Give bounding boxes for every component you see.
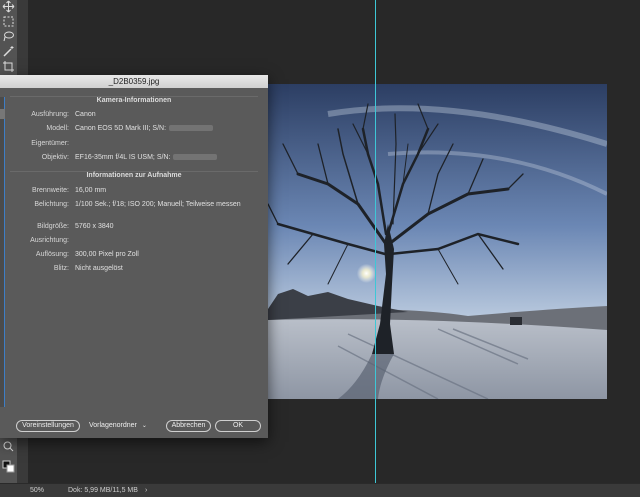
model-label: Modell: [46,125,69,132]
cancel-button[interactable]: Abbrechen [166,420,211,432]
focal-length-label: Brennweite: [32,187,69,194]
lens-row: Objektiv: EF16-35mm f/4L IS USM; S/N: [0,153,268,163]
lens-value-wrap: EF16-35mm f/4L IS USM; S/N: [75,153,218,163]
color-swatch-icon[interactable] [2,460,15,473]
exposure-label: Belichtung: [34,201,69,208]
camera-section-header: Kamera-Informationen [10,96,258,104]
redacted-lens-serial [173,154,218,161]
make-value: Canon [75,111,96,118]
exposure-row: Belichtung: 1/100 Sek.; f/18; ISO 200; M… [0,200,268,210]
flash-label: Blitz: [53,265,69,272]
ok-button[interactable]: OK [215,420,261,432]
orientation-row: Ausrichtung: [0,236,268,246]
exposure-value: 1/100 Sek.; f/18; ISO 200; Manuell; Teil… [75,201,241,208]
preferences-button[interactable]: Voreinstellungen [16,420,80,432]
crop-tool-icon[interactable] [2,60,15,73]
shot-section-header: Informationen zur Aufnahme [10,171,258,179]
owner-label: Eigentümer: [31,140,69,147]
model-value: Canon EOS 5D Mark III; S/N: [75,125,167,132]
orientation-label: Ausrichtung: [30,237,69,244]
zoom-level[interactable]: 50% [30,484,44,497]
make-label: Ausführung: [31,111,69,118]
lens-label: Objektiv: [41,154,69,161]
status-bar: 50% Dok: 5,99 MB/11,5 MB › [0,483,640,497]
magic-wand-tool-icon[interactable] [2,45,15,58]
dialog-title: _D2B0359.jpg [0,75,268,88]
document-image[interactable] [268,84,607,399]
winter-tree-photo [268,84,607,399]
resolution-label: Auflösung: [35,251,69,258]
resolution-row: Auflösung: 300,00 Pixel pro Zoll [0,250,268,260]
model-row: Modell: Canon EOS 5D Mark III; S/N: [0,124,268,134]
chevron-down-icon: ⌄ [141,423,147,429]
redacted-serial [169,125,214,132]
flash-row: Blitz: Nicht ausgelöst [0,264,268,274]
owner-row: Eigentümer: [0,139,268,149]
document-size: Dok: 5,99 MB/11,5 MB [68,487,138,494]
lens-value: EF16-35mm f/4L IS USM; S/N: [75,154,171,161]
image-size-label: Bildgröße: [37,223,69,230]
move-tool-icon[interactable] [2,0,15,13]
focal-length-row: Brennweite: 16,00 mm [0,186,268,196]
marquee-tool-icon[interactable] [2,15,15,28]
vertical-guide[interactable] [375,0,376,483]
template-folder-label: Vorlagenordner [89,422,137,429]
lasso-tool-icon[interactable] [2,30,15,43]
image-size-row: Bildgröße: 5760 x 3840 [0,222,268,232]
template-folder-dropdown[interactable]: Vorlagenordner ⌄ [89,420,147,432]
make-row: Ausführung: Canon [0,110,268,120]
resolution-value: 300,00 Pixel pro Zoll [75,251,139,258]
flash-value: Nicht ausgelöst [75,265,123,272]
focal-length-value: 16,00 mm [75,187,107,194]
zoom-tool-icon[interactable] [2,440,15,453]
status-menu-arrow-icon[interactable]: › [145,484,147,497]
model-value-wrap: Canon EOS 5D Mark III; S/N: [75,124,214,134]
image-size-value: 5760 x 3840 [75,223,114,230]
file-info-dialog: _D2B0359.jpg Kamera-Informationen Ausfüh… [0,75,268,438]
